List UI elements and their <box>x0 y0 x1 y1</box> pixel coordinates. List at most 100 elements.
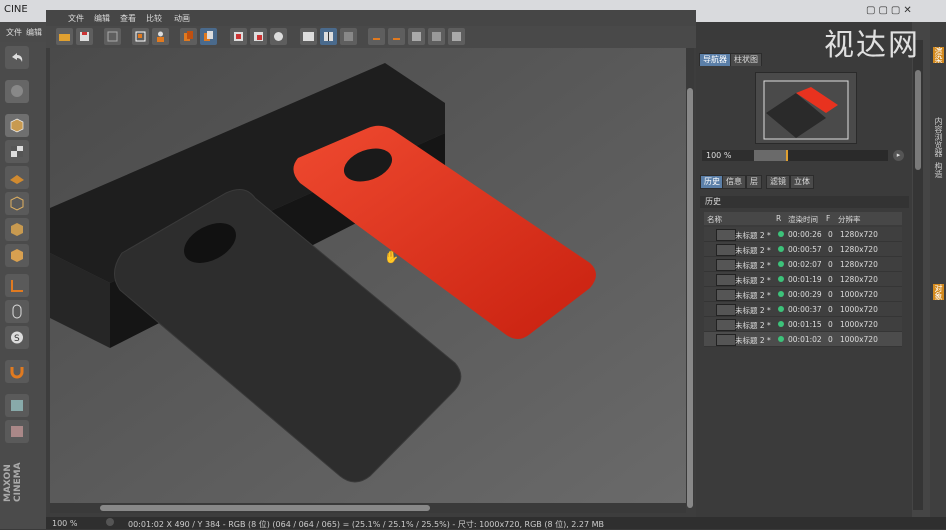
col-time[interactable]: 渲染时间 <box>788 214 818 225</box>
viewer-menu-animation[interactable]: 动画 <box>174 13 190 24</box>
filter1-button[interactable] <box>230 28 247 45</box>
dock-tab-structure[interactable]: 构造 <box>933 162 944 178</box>
history-row[interactable]: 未标题 2 * 00:01:19 0 1280x720 <box>704 272 902 287</box>
viewer-menu: 文件 编辑 查看 比较 动画 <box>46 10 696 26</box>
compare-toggle-button[interactable] <box>340 28 357 45</box>
history-row[interactable]: 未标题 2 * 00:00:57 0 1280x720 <box>704 242 902 257</box>
render-thumbnail <box>716 259 736 271</box>
viewer-menu-file[interactable]: 文件 <box>68 13 84 24</box>
diff2-button[interactable] <box>428 28 445 45</box>
menu-file[interactable]: 文件 <box>6 27 22 38</box>
tab-stereo[interactable]: 立体 <box>790 175 814 189</box>
person-icon <box>157 31 164 42</box>
history-row[interactable]: 未标题 2 * 00:01:15 0 1000x720 <box>704 317 902 332</box>
compare-split-button[interactable] <box>320 28 337 45</box>
channel2-button[interactable] <box>200 28 217 45</box>
folder-icon <box>59 34 70 41</box>
menu-edit[interactable]: 编辑 <box>26 27 42 38</box>
grid-icon <box>10 175 24 184</box>
grid-button[interactable] <box>104 28 121 45</box>
undo-button[interactable] <box>5 46 29 69</box>
open-button[interactable] <box>56 28 73 45</box>
scroll-thumb[interactable] <box>100 505 430 511</box>
undo-icon <box>12 53 23 62</box>
watermark-logo: 视达网 <box>824 28 920 63</box>
filter3-button[interactable] <box>270 28 287 45</box>
tab-navigator[interactable]: 导航器 <box>699 53 731 67</box>
render-thumbnail <box>716 244 736 256</box>
status-zoom[interactable]: 100 % <box>52 519 77 528</box>
checker-cube-icon <box>11 146 23 157</box>
scroll-thumb[interactable] <box>915 70 921 170</box>
tab-info[interactable]: 信息 <box>722 175 746 189</box>
edges-mode-button[interactable] <box>5 218 29 241</box>
col-resolution[interactable]: 分辨率 <box>838 214 861 225</box>
viewer-menu-compare[interactable]: 比较 <box>146 13 162 24</box>
render-icon <box>11 85 23 97</box>
magnet-button[interactable] <box>5 360 29 383</box>
lock-button[interactable] <box>5 394 29 417</box>
history-row[interactable]: 未标题 2 * 00:00:26 0 1280x720 <box>704 227 902 242</box>
lock2-button[interactable] <box>5 420 29 443</box>
set-b-button[interactable] <box>388 28 405 45</box>
history-row[interactable]: 未标题 2 * 00:00:29 0 1000x720 <box>704 287 902 302</box>
navigator-zoom-field[interactable]: 100 % <box>702 150 756 161</box>
col-f[interactable]: F <box>826 214 830 223</box>
compare-ab-button[interactable] <box>300 28 317 45</box>
save-button[interactable] <box>76 28 93 45</box>
s-tool-icon: S <box>11 331 23 344</box>
history-row-selected[interactable]: 未标题 2 * 00:01:02 0 1000x720 <box>704 332 902 347</box>
zoom-play-button[interactable]: ▸ <box>893 150 904 161</box>
window-controls[interactable]: ▢▢▢✕ <box>866 5 915 16</box>
render-viewport[interactable] <box>50 48 686 503</box>
set-a-button[interactable] <box>368 28 385 45</box>
tab-histogram[interactable]: 柱状图 <box>730 53 762 67</box>
history-header: 名称 R 渲染时间 F 分辨率 <box>704 212 902 225</box>
snap-button[interactable]: S <box>5 326 29 349</box>
region-button[interactable] <box>132 28 149 45</box>
right-panel-scrollbar[interactable] <box>913 40 923 510</box>
status-dot <box>778 261 784 267</box>
tweak-button[interactable] <box>5 300 29 323</box>
channel-button[interactable] <box>180 28 197 45</box>
render-thumbnail <box>716 229 736 241</box>
dock-tab-content-browser[interactable]: 内容浏览器 <box>933 117 944 157</box>
viewer-menu-view[interactable]: 查看 <box>120 13 136 24</box>
points-mode-button[interactable] <box>5 192 29 215</box>
col-r[interactable]: R <box>776 214 781 223</box>
polygons-mode-button[interactable] <box>5 244 29 267</box>
viewport-vertical-scrollbar[interactable] <box>686 48 694 508</box>
col-name[interactable]: 名称 <box>707 214 722 225</box>
history-row[interactable]: 未标题 2 * 00:00:37 0 1000x720 <box>704 302 902 317</box>
region-icon <box>135 31 146 42</box>
zoom-marker[interactable] <box>786 150 788 161</box>
diff3-icon <box>452 32 461 41</box>
cube-outline-icon <box>10 196 24 211</box>
axis-button[interactable] <box>5 274 29 297</box>
tab-layers[interactable]: 层 <box>746 175 762 189</box>
navigator-zoom-slider[interactable] <box>754 150 888 161</box>
status-play-icon[interactable] <box>106 518 114 526</box>
cube-icon <box>10 118 24 133</box>
scroll-thumb[interactable] <box>687 88 693 508</box>
sphere-icon <box>274 32 283 41</box>
status-bar: 100 % 00:01:02 X 490 / Y 384 - RGB (8 位)… <box>46 517 946 529</box>
workplane-button[interactable] <box>5 166 29 189</box>
navigator-thumbnail[interactable] <box>755 72 857 144</box>
tab-history[interactable]: 历史 <box>700 175 724 189</box>
info-button[interactable] <box>152 28 169 45</box>
history-row[interactable]: 未标题 2 * 00:02:07 0 1280x720 <box>704 257 902 272</box>
tab-filters[interactable]: 滤镜 <box>766 175 790 189</box>
texture-mode-button[interactable] <box>5 140 29 163</box>
maxon-logo: MAXON CINEMA <box>3 462 23 502</box>
diff-button[interactable] <box>408 28 425 45</box>
diff3-button[interactable] <box>448 28 465 45</box>
model-mode-button[interactable] <box>5 114 29 137</box>
viewer-menu-edit[interactable]: 编辑 <box>94 13 110 24</box>
render-button[interactable] <box>5 80 29 103</box>
filter2-button[interactable] <box>250 28 267 45</box>
dock-tab-render[interactable]: 渲染 <box>933 47 944 63</box>
hand-cursor-icon: ✋ <box>384 250 399 264</box>
viewport-horizontal-scrollbar[interactable] <box>50 503 686 513</box>
dock-tab-objects[interactable]: 对象 <box>933 284 944 300</box>
